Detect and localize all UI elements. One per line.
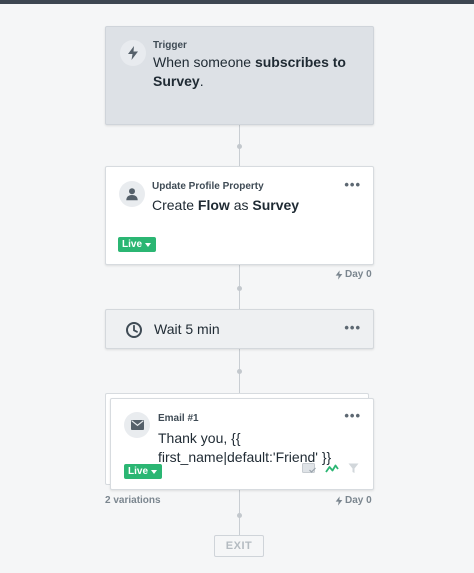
update-text: Create Flow as Survey	[152, 197, 300, 213]
wait-text: Wait 5 min	[154, 321, 220, 337]
email-check-icon[interactable]	[302, 463, 316, 474]
delay-label: Day 0	[335, 495, 372, 506]
delay-label: Day 0	[335, 269, 372, 280]
lightning-icon	[120, 40, 146, 66]
person-icon	[119, 181, 145, 207]
connector-dot	[237, 286, 242, 291]
email-kicker: Email #1	[158, 413, 199, 424]
more-options-button[interactable]: •••	[344, 320, 361, 335]
email-card[interactable]: Email #1 ••• Thank you, {{ first_name|de…	[110, 398, 374, 490]
connector-dot	[237, 144, 242, 149]
envelope-icon	[124, 412, 150, 438]
caret-down-icon	[151, 469, 158, 474]
analytics-icon[interactable]	[325, 464, 339, 474]
live-status-dropdown[interactable]: Live	[124, 464, 163, 479]
email-tools	[302, 463, 359, 474]
connector-dot	[237, 513, 242, 518]
wait-card[interactable]: Wait 5 min •••	[105, 309, 374, 349]
trigger-kicker: Trigger	[153, 40, 187, 51]
more-options-button[interactable]: •••	[344, 177, 361, 192]
clock-icon	[121, 317, 147, 343]
live-status-dropdown[interactable]: Live	[118, 237, 157, 252]
trigger-text: When someone subscribes to Survey.	[153, 54, 346, 89]
connector-dot	[237, 369, 242, 374]
lightning-icon	[335, 495, 343, 506]
lightning-icon	[335, 269, 343, 280]
caret-down-icon	[145, 242, 152, 247]
update-kicker: Update Profile Property	[152, 181, 264, 192]
trigger-card[interactable]: Trigger When someone subscribes to Survey…	[105, 26, 374, 125]
exit-node[interactable]: EXIT	[214, 535, 264, 557]
filter-icon[interactable]	[348, 463, 359, 474]
more-options-button[interactable]: •••	[344, 408, 361, 423]
email-subject: Thank you, {{ first_name|default:'Friend…	[158, 430, 332, 465]
variations-label: 2 variations	[105, 495, 161, 506]
top-bar	[0, 0, 474, 4]
update-profile-card[interactable]: Update Profile Property ••• Create Flow …	[105, 166, 374, 265]
